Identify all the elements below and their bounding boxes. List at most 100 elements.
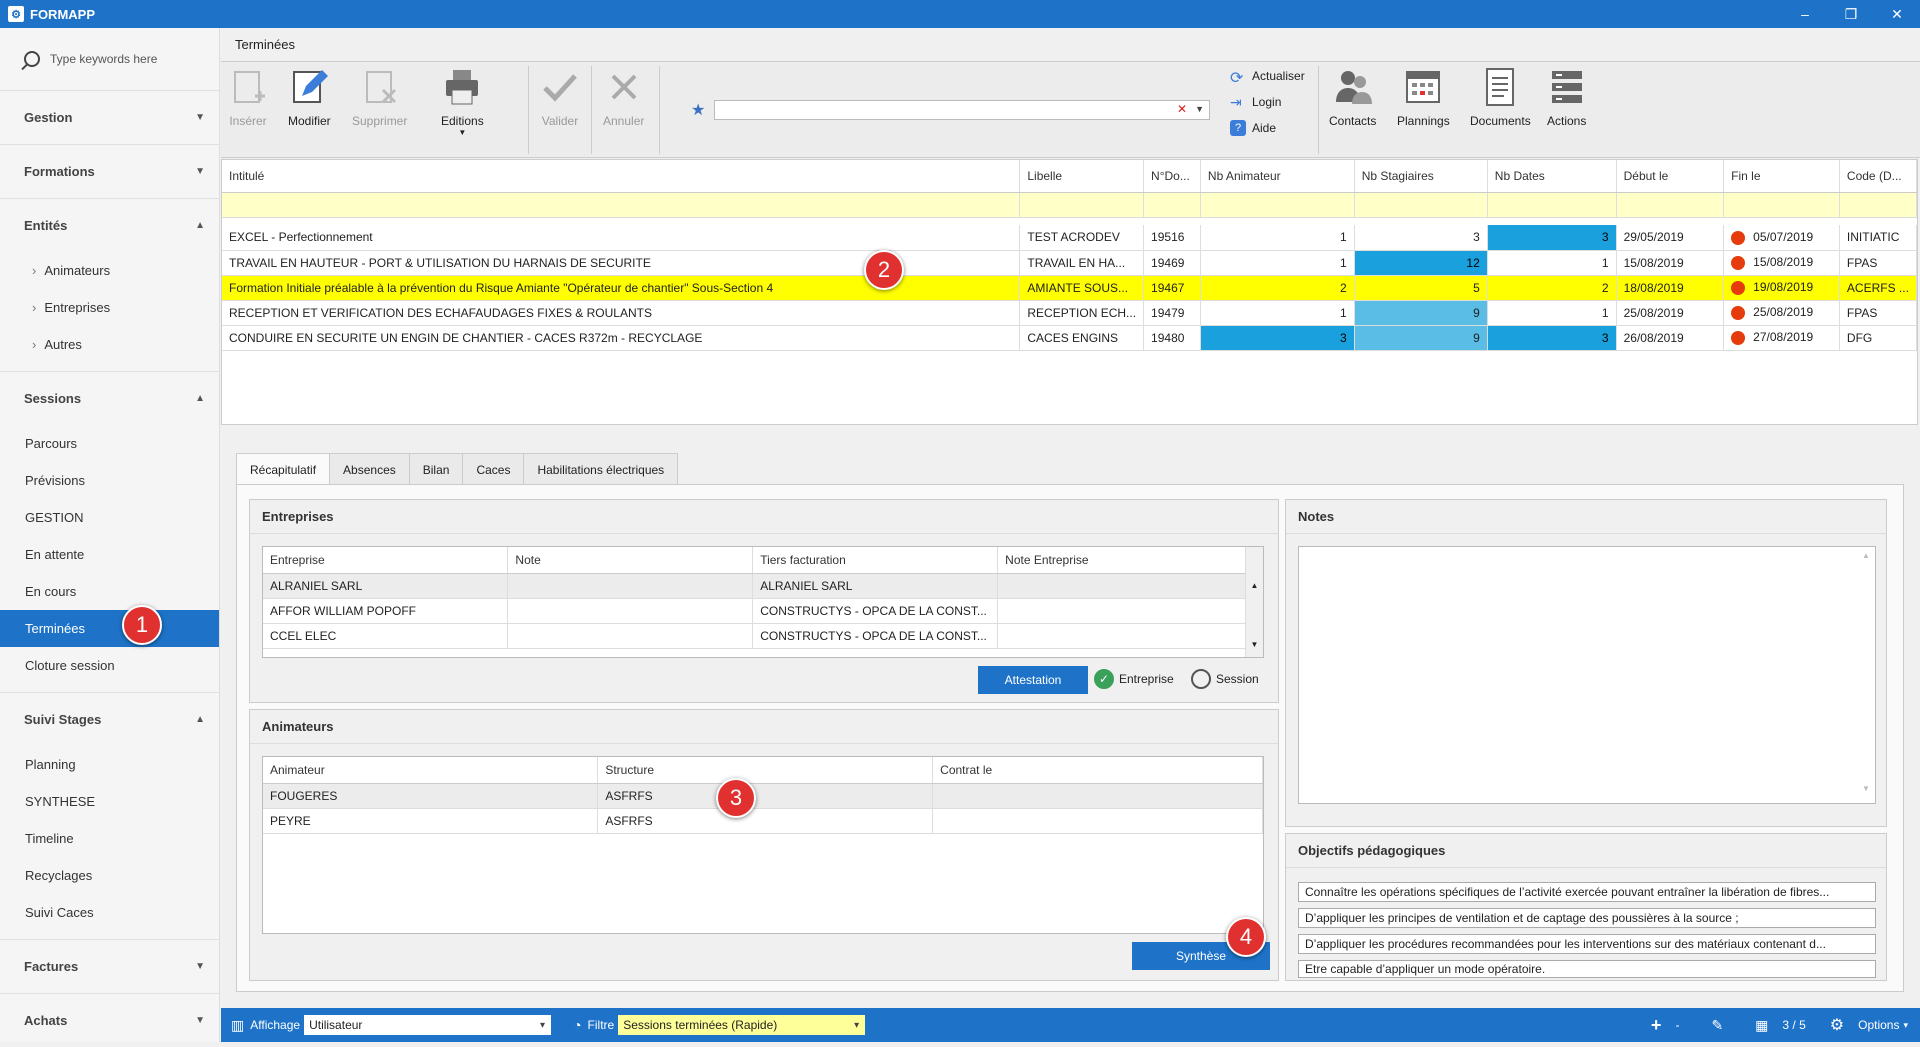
delete-button[interactable]: Supprimer: [352, 62, 407, 128]
col-libelle[interactable]: Libelle: [1019, 160, 1145, 193]
grid-icon[interactable]: ▦: [1755, 1017, 1768, 1034]
col-entreprise[interactable]: Entreprise: [263, 547, 509, 574]
sidebar-item-terminees[interactable]: Terminées: [0, 610, 219, 647]
chevron-down-icon[interactable]: ▾: [1903, 1020, 1908, 1031]
affichage-select[interactable]: Utilisateur: [304, 1015, 552, 1035]
search-placeholder[interactable]: Type keywords here: [50, 52, 157, 66]
sidebar-group-gestion[interactable]: Gestion ▼: [0, 90, 219, 144]
sessions-grid[interactable]: Intitulé Libelle N°Do... Nb Animateur Nb…: [221, 159, 1918, 425]
radio-entreprise[interactable]: ✓ Entreprise: [1094, 669, 1174, 689]
columns-icon[interactable]: ▥: [231, 1017, 244, 1034]
radio-session[interactable]: Session: [1191, 669, 1259, 689]
table-row-selected[interactable]: Formation Initiale préalable à la préven…: [222, 275, 1918, 301]
plannings-button[interactable]: Plannings: [1397, 62, 1450, 128]
col-code[interactable]: Code (D...: [1839, 160, 1918, 193]
table-row[interactable]: PEYRE ASFRFS: [263, 808, 1263, 834]
contacts-button[interactable]: Contacts: [1329, 62, 1376, 128]
scrollbar[interactable]: ▲ ▼: [1245, 547, 1263, 657]
table-row[interactable]: TRAVAIL EN HAUTEUR - PORT & UTILISATION …: [222, 250, 1918, 276]
tab-recapitulatif[interactable]: Récapitulatif: [236, 453, 331, 485]
options-label[interactable]: Options: [1858, 1018, 1899, 1032]
table-row[interactable]: RECEPTION ET VERIFICATION DES ECHAFAUDAG…: [222, 300, 1918, 326]
add-icon[interactable]: +: [1651, 1015, 1662, 1036]
filter-row[interactable]: [222, 192, 1918, 218]
actions-button[interactable]: Actions: [1547, 62, 1586, 128]
sidebar-item-entreprises[interactable]: Entreprises: [0, 289, 219, 326]
col-fin[interactable]: Fin le: [1723, 160, 1840, 193]
col-debut[interactable]: Début le: [1616, 160, 1725, 193]
sidebar-item-en-attente[interactable]: En attente: [0, 536, 219, 573]
col-nb-animateur[interactable]: Nb Animateur: [1200, 160, 1355, 193]
sidebar-item-autres[interactable]: Autres: [0, 326, 219, 363]
minimize-icon[interactable]: –: [1782, 0, 1828, 28]
restore-icon[interactable]: ❐: [1828, 0, 1874, 28]
sidebar-item-en-cours[interactable]: En cours: [0, 573, 219, 610]
col-note[interactable]: Note: [507, 547, 754, 574]
table-row[interactable]: AFFOR WILLIAM POPOFF CONSTRUCTYS - OPCA D…: [263, 598, 1247, 624]
sidebar-group-achats[interactable]: Achats ▼: [0, 993, 219, 1047]
login-button[interactable]: ⇥ Login: [1230, 94, 1281, 110]
sidebar-item-cloture-session[interactable]: Cloture session: [0, 647, 219, 684]
col-nb-dates[interactable]: Nb Dates: [1487, 160, 1617, 193]
sidebar-item-animateurs[interactable]: Animateurs: [0, 252, 219, 289]
animateurs-grid[interactable]: Animateur Structure Contrat le FOUGERES A…: [262, 756, 1264, 934]
help-button[interactable]: ? Aide: [1230, 120, 1276, 136]
tab-caces[interactable]: Caces: [462, 453, 525, 485]
quick-search-input[interactable]: ✕ ▼: [714, 100, 1210, 120]
sidebar-group-sessions[interactable]: Sessions ▲: [0, 371, 219, 425]
sidebar-group-suivi-stages[interactable]: Suivi Stages ▲: [0, 692, 219, 746]
validate-button[interactable]: Valider: [541, 62, 579, 128]
table-row[interactable]: EXCEL - Perfectionnement TEST ACRODEV 19…: [222, 225, 1918, 251]
scroll-down-icon[interactable]: ▼: [1246, 640, 1263, 649]
pencil-icon[interactable]: ✎: [1711, 1017, 1723, 1034]
sidebar-item-suivi-caces[interactable]: Suivi Caces: [0, 894, 219, 931]
table-row[interactable]: FOUGERES ASFRFS: [263, 783, 1263, 809]
col-nb-stagiaires[interactable]: Nb Stagiaires: [1354, 160, 1488, 193]
table-row[interactable]: CONDUIRE EN SECURITE UN ENGIN DE CHANTIE…: [222, 325, 1918, 351]
scroll-up-icon[interactable]: ▲: [1246, 581, 1263, 590]
table-row[interactable]: CCEL ELEC CONSTRUCTYS - OPCA DE LA CONST.…: [263, 623, 1247, 649]
scroll-down-icon[interactable]: ▼: [1857, 784, 1875, 793]
attestation-button[interactable]: Attestation: [978, 666, 1088, 694]
col-tiers[interactable]: Tiers facturation: [752, 547, 999, 574]
sidebar-item-recyclages[interactable]: Recyclages: [0, 857, 219, 894]
sidebar-group-formations[interactable]: Formations ▼: [0, 144, 219, 198]
refresh-button[interactable]: ⟳ Actualiser: [1230, 68, 1305, 87]
objectif-line[interactable]: D’appliquer les procédures recommandées …: [1298, 934, 1876, 954]
editions-button[interactable]: Editions ▼: [441, 62, 484, 137]
tab-bilan[interactable]: Bilan: [408, 453, 464, 485]
col-contrat[interactable]: Contrat le: [932, 757, 1263, 784]
sidebar-item-synthese[interactable]: SYNTHESE: [0, 783, 219, 820]
sidebar-group-entites[interactable]: Entités ▲: [0, 198, 219, 252]
sidebar-item-parcours[interactable]: Parcours: [0, 425, 219, 462]
sidebar-item-timeline[interactable]: Timeline: [0, 820, 219, 857]
col-intitule[interactable]: Intitulé: [222, 160, 1021, 193]
documents-button[interactable]: Documents: [1470, 62, 1531, 128]
filtre-select[interactable]: Sessions terminées (Rapide): [618, 1015, 866, 1035]
col-note-entreprise[interactable]: Note Entreprise: [997, 547, 1247, 574]
col-animateur[interactable]: Animateur: [263, 757, 599, 784]
sidebar-search[interactable]: Type keywords here: [0, 28, 219, 90]
star-icon[interactable]: ★: [691, 100, 705, 120]
close-icon[interactable]: ✕: [1874, 0, 1920, 28]
tab-habilitations[interactable]: Habilitations électriques: [523, 453, 679, 485]
gear-icon[interactable]: ⚙: [1830, 1015, 1844, 1035]
notes-textarea[interactable]: ▲ ▼: [1298, 546, 1876, 804]
objectif-line[interactable]: Connaître les opérations spécifiques de …: [1298, 882, 1876, 902]
col-num[interactable]: N°Do...: [1143, 160, 1201, 193]
insert-button[interactable]: Insérer: [229, 62, 267, 128]
sidebar-item-gestion[interactable]: GESTION: [0, 499, 219, 536]
entreprises-grid[interactable]: Entreprise Note Tiers facturation Note E…: [262, 546, 1264, 658]
objectif-line[interactable]: D’appliquer les principes de ventilation…: [1298, 908, 1876, 928]
col-structure[interactable]: Structure: [597, 757, 934, 784]
chevron-down-icon[interactable]: ▼: [1195, 104, 1204, 114]
scroll-up-icon[interactable]: ▲: [1857, 551, 1875, 560]
clear-icon[interactable]: ✕: [1177, 102, 1187, 116]
tab-absences[interactable]: Absences: [329, 453, 410, 485]
sidebar-item-planning[interactable]: Planning: [0, 746, 219, 783]
remove-icon[interactable]: -: [1675, 1018, 1679, 1032]
sidebar-item-previsions[interactable]: Prévisions: [0, 462, 219, 499]
cancel-button[interactable]: Annuler: [603, 62, 644, 128]
table-row[interactable]: ALRANIEL SARL ALRANIEL SARL: [263, 573, 1247, 599]
sidebar-group-factures[interactable]: Factures ▼: [0, 939, 219, 993]
